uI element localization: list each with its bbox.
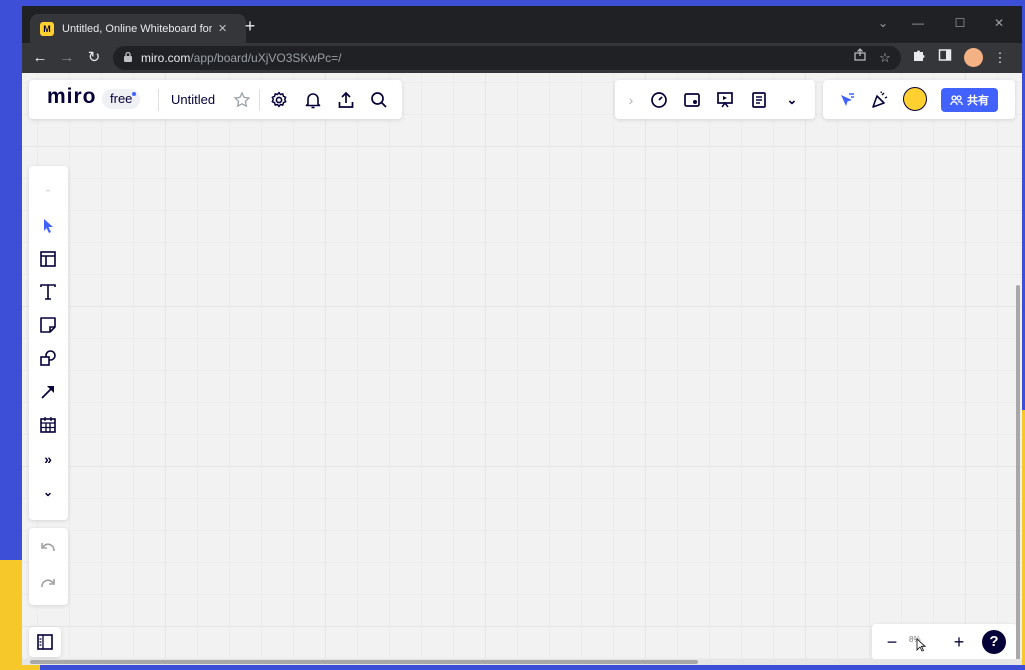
sidebar-toggle-icon — [33, 630, 57, 654]
cursor-pointer-icon[interactable] — [835, 88, 859, 112]
arrow-line-icon[interactable] — [36, 380, 60, 404]
extensions-puzzle-icon[interactable] — [909, 48, 929, 68]
collaboration-panel: 共有 — [823, 80, 1015, 119]
url-path: /app/board/uXjVO3SKwPc=/ — [190, 51, 342, 65]
board-canvas[interactable]: miro free Untitled › ⌄ 共有 ˆ » ⌄ − 8% + ? — [22, 73, 1022, 665]
tab-title: Untitled, Online Whiteboard for V — [62, 22, 212, 35]
select-icon[interactable] — [36, 214, 60, 238]
zoom-panel: − 8% + ? — [872, 624, 1017, 660]
maximize-icon[interactable]: ☐ — [949, 12, 971, 34]
share-button[interactable]: 共有 — [941, 88, 998, 112]
board-header-panel: miro free Untitled — [29, 80, 402, 119]
vertical-scrollbar[interactable] — [1016, 285, 1020, 660]
zoom-in-icon[interactable]: + — [947, 630, 971, 654]
browser-toolbar: ← → ↻ miro.com/app/board/uXjVO3SKwPc=/ ☆… — [22, 43, 1022, 73]
tab-strip: M Untitled, Online Whiteboard for V ✕ + … — [22, 6, 1022, 43]
sticky-note-icon[interactable] — [36, 313, 60, 337]
menu-kebab-icon[interactable]: ⋮ — [990, 48, 1010, 68]
people-icon — [950, 94, 963, 105]
timer-icon[interactable] — [647, 88, 671, 112]
close-window-icon[interactable]: ✕ — [988, 12, 1010, 34]
celebrate-icon[interactable] — [868, 88, 892, 112]
reload-icon[interactable]: ↻ — [83, 47, 105, 69]
new-tab-button[interactable]: + — [240, 16, 260, 36]
board-panel-toggle[interactable] — [29, 627, 61, 657]
zoom-out-icon[interactable]: − — [880, 630, 904, 654]
share-page-icon[interactable] — [850, 48, 870, 68]
browser-window: M Untitled, Online Whiteboard for V ✕ + … — [22, 6, 1022, 665]
divider — [259, 89, 260, 111]
minimize-icon[interactable]: — — [907, 12, 929, 34]
chevron-right-icon[interactable]: › — [619, 88, 643, 112]
history-panel — [29, 528, 68, 605]
profile-avatar[interactable] — [964, 48, 983, 67]
collapse-icon[interactable]: ⌄ — [36, 480, 60, 504]
calendar-icon[interactable] — [36, 413, 60, 437]
tab-search-icon[interactable]: ⌄ — [872, 12, 894, 34]
forward-arrow-icon[interactable]: → — [56, 47, 78, 69]
undo-icon[interactable] — [36, 537, 60, 561]
scroll-up-icon[interactable]: ˆ — [36, 182, 60, 206]
plan-badge-label: free — [110, 91, 133, 106]
lock-icon — [123, 51, 135, 66]
badge-dot — [132, 92, 137, 96]
divider — [158, 89, 159, 111]
address-bar[interactable]: miro.com/app/board/uXjVO3SKwPc=/ — [113, 46, 901, 70]
frame-icon[interactable] — [36, 247, 60, 271]
upload-icon[interactable] — [334, 88, 358, 112]
horizontal-scrollbar[interactable] — [30, 660, 698, 664]
miro-favicon-icon: M — [40, 21, 54, 36]
text-icon[interactable] — [36, 280, 60, 304]
side-panel-icon[interactable] — [935, 48, 955, 68]
miro-logo[interactable]: miro — [47, 85, 97, 109]
notes-icon[interactable] — [747, 88, 771, 112]
shapes-icon[interactable] — [36, 346, 60, 370]
board-tools-panel: › ⌄ — [615, 80, 815, 119]
creation-toolbar: ˆ » ⌄ — [29, 166, 68, 520]
browser-tab[interactable]: M Untitled, Online Whiteboard for V ✕ — [30, 14, 246, 43]
more-tools-icon[interactable]: » — [36, 447, 60, 471]
help-icon[interactable]: ? — [982, 630, 1006, 654]
plan-badge[interactable]: free — [102, 89, 141, 109]
user-avatar[interactable] — [903, 87, 927, 111]
board-name[interactable]: Untitled — [171, 92, 215, 107]
mouse-cursor-icon — [916, 638, 926, 652]
presentation-icon[interactable] — [713, 88, 737, 112]
close-tab-icon[interactable]: ✕ — [218, 22, 227, 35]
bell-icon[interactable] — [301, 88, 325, 112]
bookmark-star-icon[interactable]: ☆ — [875, 48, 895, 68]
star-icon[interactable] — [230, 88, 254, 112]
card-icon[interactable] — [680, 88, 704, 112]
url-host: miro.com — [141, 51, 191, 65]
settings-icon[interactable] — [267, 88, 291, 112]
redo-icon[interactable] — [36, 573, 60, 597]
back-arrow-icon[interactable]: ← — [29, 47, 51, 69]
double-chevron-down-icon[interactable]: ⌄ — [780, 88, 804, 112]
share-button-label: 共有 — [967, 95, 989, 107]
search-icon[interactable] — [367, 88, 391, 112]
